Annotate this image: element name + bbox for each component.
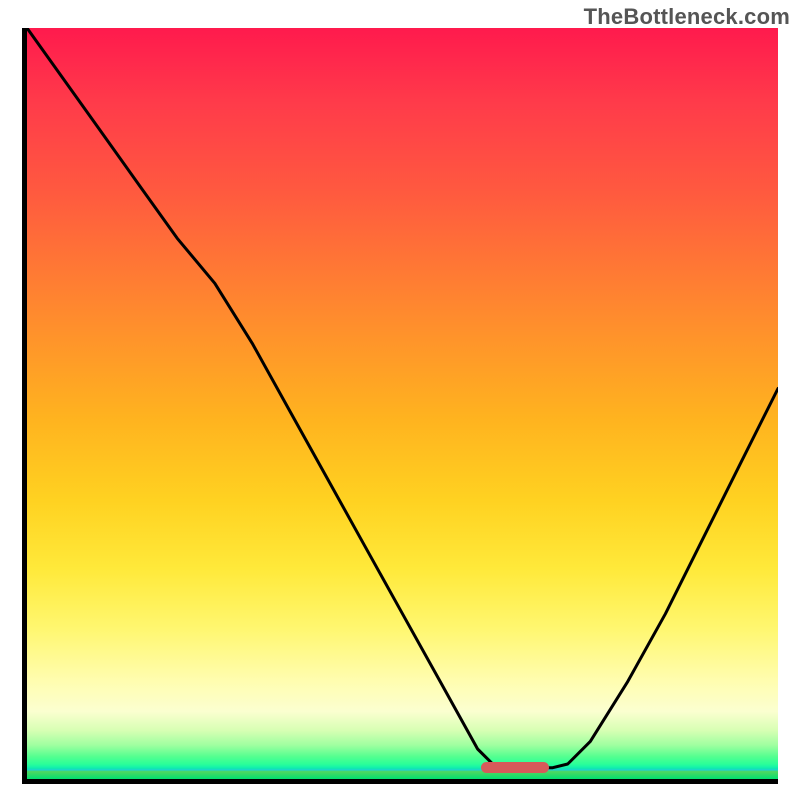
gradient-background <box>27 28 778 779</box>
chart-container: TheBottleneck.com <box>0 0 800 800</box>
watermark-text: TheBottleneck.com <box>584 4 790 30</box>
optimum-marker <box>481 762 549 773</box>
plot-area <box>22 28 778 784</box>
